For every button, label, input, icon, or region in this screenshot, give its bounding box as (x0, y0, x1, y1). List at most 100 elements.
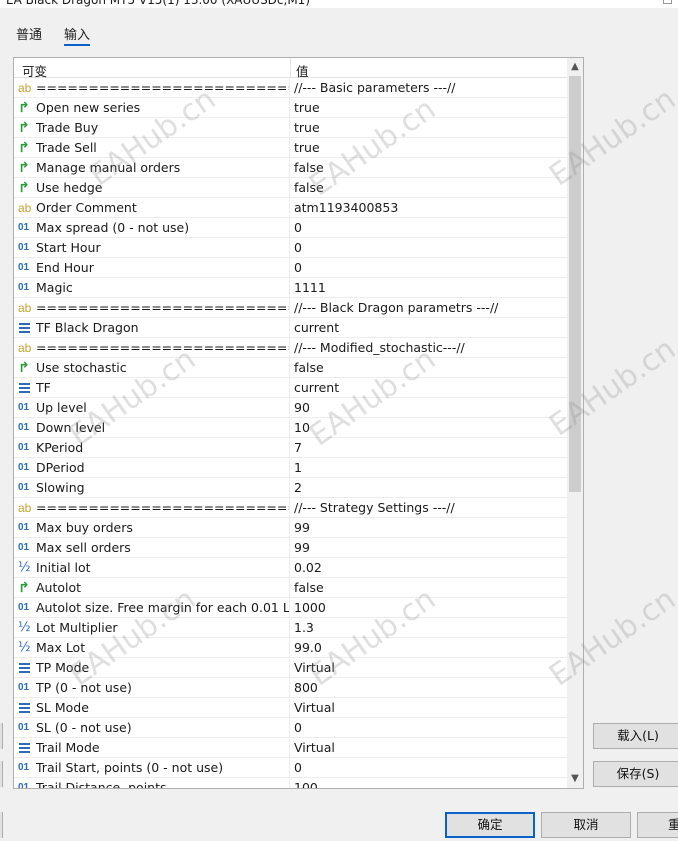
parameter-value[interactable]: Virtual (294, 660, 335, 675)
table-row[interactable]: ab ===========================... //--- Bl… (14, 298, 567, 318)
table-row[interactable]: TF current (14, 378, 567, 398)
scrollbar-thumb[interactable] (569, 76, 581, 492)
boolean-arrow-icon: ↱ (18, 160, 30, 176)
parameter-value[interactable]: Virtual (294, 740, 335, 755)
table-row[interactable]: SL Mode Virtual (14, 698, 567, 718)
table-row[interactable]: 01 Max buy orders 99 (14, 518, 567, 538)
parameter-name: Use hedge (36, 180, 103, 195)
table-row[interactable]: 01 Max sell orders 99 (14, 538, 567, 558)
parameter-value[interactable]: //--- Black Dragon parametrs ---// (294, 300, 498, 315)
table-row[interactable]: 01 Down level 10 (14, 418, 567, 438)
parameter-value[interactable]: 1111 (294, 280, 326, 295)
parameter-value[interactable]: false (294, 580, 324, 595)
table-row[interactable]: ↱ Use stochastic false (14, 358, 567, 378)
table-row[interactable]: 01 KPeriod 7 (14, 438, 567, 458)
table-row[interactable]: ½ Lot Multiplier 1.3 (14, 618, 567, 638)
close-icon[interactable] (663, 0, 672, 4)
parameter-name: TP Mode (36, 660, 90, 675)
ok-button[interactable]: 确定 (445, 812, 535, 838)
parameter-name-cell: Trail Mode (14, 738, 290, 758)
table-row[interactable]: ↱ Open new series true (14, 98, 567, 118)
parameter-name-cell: 01 TP (0 - not use) (14, 678, 290, 698)
table-row[interactable]: TP Mode Virtual (14, 658, 567, 678)
parameter-name: Order Comment (36, 200, 137, 215)
parameter-value[interactable]: false (294, 160, 324, 175)
parameter-name: ===========================... (36, 80, 289, 95)
parameter-value[interactable]: 0 (294, 260, 302, 275)
tab-general[interactable]: 普通 (16, 24, 42, 43)
table-row[interactable]: ab ===========================... //--- Ba… (14, 78, 567, 98)
integer-type-icon: 01 (18, 462, 30, 473)
table-row[interactable]: ↱ Trade Buy true (14, 118, 567, 138)
table-row[interactable]: ↱ Manage manual orders false (14, 158, 567, 178)
parameter-value[interactable]: 99 (294, 520, 310, 535)
column-separator[interactable] (290, 58, 291, 78)
table-row[interactable]: ½ Max Lot 99.0 (14, 638, 567, 658)
load-button[interactable]: 载入(L) (593, 723, 678, 749)
parameter-value[interactable]: current (294, 320, 339, 335)
parameter-value[interactable]: 0 (294, 240, 302, 255)
vertical-scrollbar[interactable]: ▲ ▼ (567, 58, 583, 788)
table-row[interactable]: ↱ Autolot false (14, 578, 567, 598)
table-row[interactable]: 01 Magic 1111 (14, 278, 567, 298)
table-row[interactable]: 01 Max spread (0 - not use) 0 (14, 218, 567, 238)
parameter-name-cell: TF Black Dragon (14, 318, 290, 338)
table-row[interactable]: ab ===========================... //--- St… (14, 498, 567, 518)
parameter-value[interactable]: Virtual (294, 700, 335, 715)
parameter-value[interactable]: //--- Basic parameters ---// (294, 80, 455, 95)
table-row[interactable]: 01 Trail Distance, points 100 (14, 778, 567, 788)
parameter-value[interactable]: 1000 (294, 600, 326, 615)
parameter-value[interactable]: 0 (294, 720, 302, 735)
table-row[interactable]: TF Black Dragon current (14, 318, 567, 338)
parameter-value[interactable]: current (294, 380, 339, 395)
table-row[interactable]: ½ Initial lot 0.02 (14, 558, 567, 578)
parameter-value[interactable]: true (294, 100, 320, 115)
table-row[interactable]: ↱ Use hedge false (14, 178, 567, 198)
parameter-value[interactable]: 800 (294, 680, 318, 695)
parameter-value[interactable]: 99.0 (294, 640, 322, 655)
cancel-button[interactable]: 取消 (541, 812, 631, 838)
parameter-name: ===========================... (36, 500, 289, 515)
table-row[interactable]: 01 Trail Start, points (0 - not use) 0 (14, 758, 567, 778)
table-row[interactable]: 01 TP (0 - not use) 800 (14, 678, 567, 698)
save-button[interactable]: 保存(S) (593, 761, 678, 787)
parameter-value[interactable]: false (294, 360, 324, 375)
integer-type-icon: 01 (18, 262, 30, 273)
parameter-value[interactable]: 90 (294, 400, 310, 415)
scroll-up-icon[interactable]: ▲ (567, 58, 583, 76)
table-row[interactable]: 01 Start Hour 0 (14, 238, 567, 258)
parameter-value[interactable]: 0 (294, 760, 302, 775)
table-row[interactable]: 01 Slowing 2 (14, 478, 567, 498)
parameter-value[interactable]: true (294, 120, 320, 135)
parameter-value[interactable]: 2 (294, 480, 302, 495)
table-row[interactable]: ab ===========================... //--- Mo… (14, 338, 567, 358)
inputs-grid[interactable]: 可变 值 ab ===========================... //-… (13, 57, 584, 789)
table-row[interactable]: 01 End Hour 0 (14, 258, 567, 278)
parameter-value[interactable]: 99 (294, 540, 310, 555)
parameter-value[interactable]: 7 (294, 440, 302, 455)
parameter-value[interactable]: 10 (294, 420, 310, 435)
table-row[interactable]: 01 Autolot size. Free margin for each 0.0… (14, 598, 567, 618)
parameter-value[interactable]: //--- Strategy Settings ---// (294, 500, 455, 515)
table-row[interactable]: 01 DPeriod 1 (14, 458, 567, 478)
parameter-value[interactable]: 0 (294, 220, 302, 235)
parameter-value[interactable]: atm1193400853 (294, 200, 398, 215)
table-row[interactable]: 01 SL (0 - not use) 0 (14, 718, 567, 738)
parameter-value[interactable]: true (294, 140, 320, 155)
parameter-value[interactable]: 100 (294, 780, 318, 788)
table-row[interactable]: 01 Up level 90 (14, 398, 567, 418)
table-row[interactable]: ab Order Comment atm1193400853 (14, 198, 567, 218)
parameter-value[interactable]: //--- Modified_stochastic---// (294, 340, 465, 355)
parameter-value[interactable]: 1.3 (294, 620, 314, 635)
boolean-arrow-icon: ↱ (18, 180, 30, 196)
table-row[interactable]: ↱ Trade Sell true (14, 138, 567, 158)
parameter-value[interactable]: false (294, 180, 324, 195)
parameter-name-cell: SL Mode (14, 698, 290, 718)
parameter-value[interactable]: 0.02 (294, 560, 322, 575)
parameter-value[interactable]: 1 (294, 460, 302, 475)
parameter-name-cell: 01 End Hour (14, 258, 290, 278)
tab-inputs[interactable]: 输入 (64, 24, 91, 46)
table-row[interactable]: Trail Mode Virtual (14, 738, 567, 758)
scroll-down-icon[interactable]: ▼ (567, 770, 583, 788)
reset-button[interactable]: 重 (637, 812, 678, 838)
